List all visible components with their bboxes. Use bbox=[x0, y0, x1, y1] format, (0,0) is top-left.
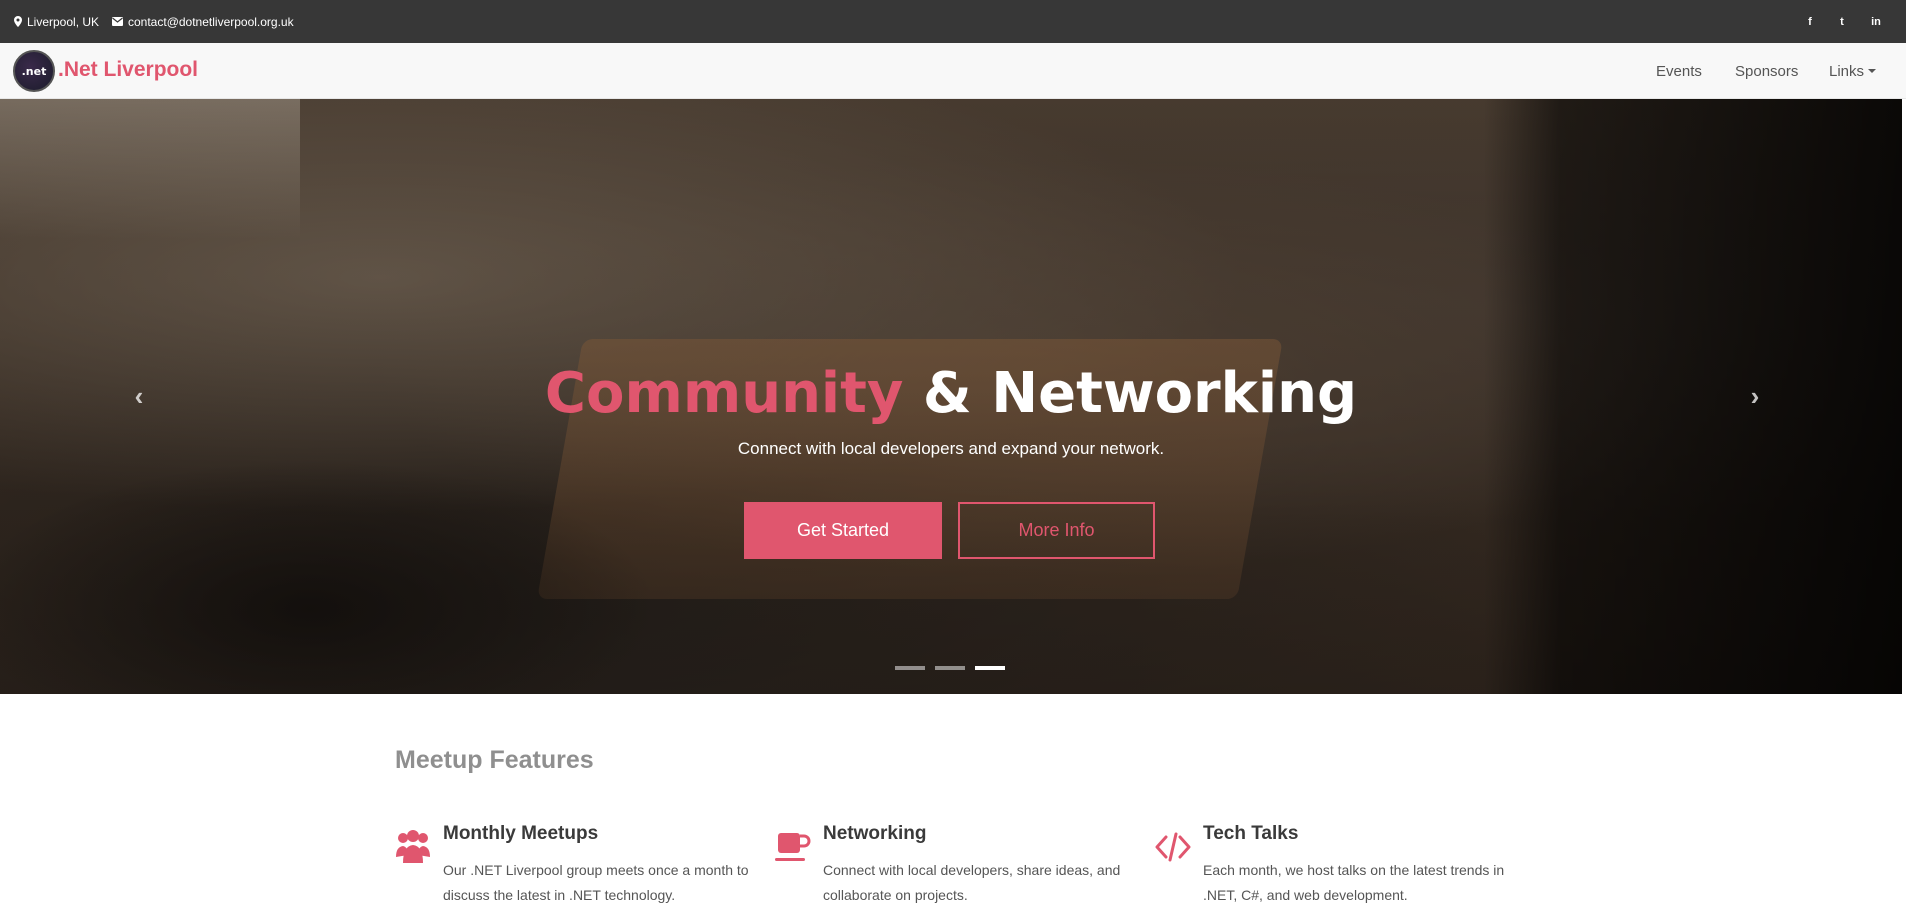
hero-title: Community & Networking bbox=[0, 361, 1902, 426]
feature-text: Each month, we host talks on the latest … bbox=[1203, 862, 1505, 903]
coffee-icon bbox=[775, 833, 811, 861]
background-photo-foreground bbox=[0, 459, 660, 694]
nav-sponsors[interactable]: Sponsors bbox=[1735, 43, 1798, 99]
email-link[interactable]: contact@dotnetliverpool.org.uk bbox=[128, 15, 294, 29]
feature-text: Connect with local developers, share ide… bbox=[823, 862, 1121, 903]
envelope-icon bbox=[112, 17, 123, 26]
feature-title: Networking bbox=[823, 823, 927, 844]
carousel-indicator-1[interactable] bbox=[895, 666, 925, 670]
logo-text: .net bbox=[21, 64, 47, 78]
hero-title-accent: Community bbox=[544, 361, 904, 426]
brand-link[interactable]: .Net Liverpool bbox=[58, 58, 198, 82]
hero-subtitle: Connect with local developers and expand… bbox=[737, 439, 1165, 458]
location-text: Liverpool, UK bbox=[27, 14, 100, 29]
main-navbar: .net .Net Liverpool Events Sponsors Link… bbox=[0, 43, 1906, 99]
feature-title: Tech Talks bbox=[1203, 823, 1299, 844]
background-photo-window bbox=[0, 99, 300, 239]
linkedin-icon[interactable]: in bbox=[1866, 0, 1886, 43]
email-info[interactable]: contact@dotnetliverpool.org.uk bbox=[112, 0, 294, 43]
map-marker-icon bbox=[14, 16, 22, 27]
carousel-indicator-2[interactable] bbox=[935, 666, 965, 670]
twitter-icon[interactable]: t bbox=[1832, 0, 1852, 43]
feature-title: Monthly Meetups bbox=[443, 823, 599, 844]
hero-title-rest: & Networking bbox=[903, 361, 1358, 426]
logo[interactable]: .net bbox=[13, 50, 55, 92]
code-icon bbox=[1155, 832, 1191, 862]
feature-text: Our .NET Liverpool group meets once a mo… bbox=[443, 862, 749, 903]
carousel-indicator-3[interactable] bbox=[975, 666, 1005, 670]
features-title: Meetup Features bbox=[395, 746, 594, 774]
facebook-icon[interactable]: f bbox=[1800, 0, 1820, 43]
nav-links-dropdown[interactable]: Links bbox=[1829, 43, 1877, 99]
get-started-button[interactable]: Get Started bbox=[744, 502, 942, 559]
users-icon bbox=[396, 830, 430, 863]
nav-events[interactable]: Events bbox=[1656, 43, 1702, 99]
chevron-down-icon bbox=[1868, 69, 1877, 73]
location-info: Liverpool, UK bbox=[14, 0, 99, 43]
hero-carousel: ‹ › Community & Networking Connect with … bbox=[0, 99, 1902, 694]
top-info-bar: Liverpool, UK contact@dotnetliverpool.or… bbox=[0, 0, 1906, 43]
nav-links-label: Links bbox=[1829, 62, 1865, 80]
carousel-indicators bbox=[895, 666, 1005, 670]
more-info-button[interactable]: More Info bbox=[958, 502, 1155, 559]
